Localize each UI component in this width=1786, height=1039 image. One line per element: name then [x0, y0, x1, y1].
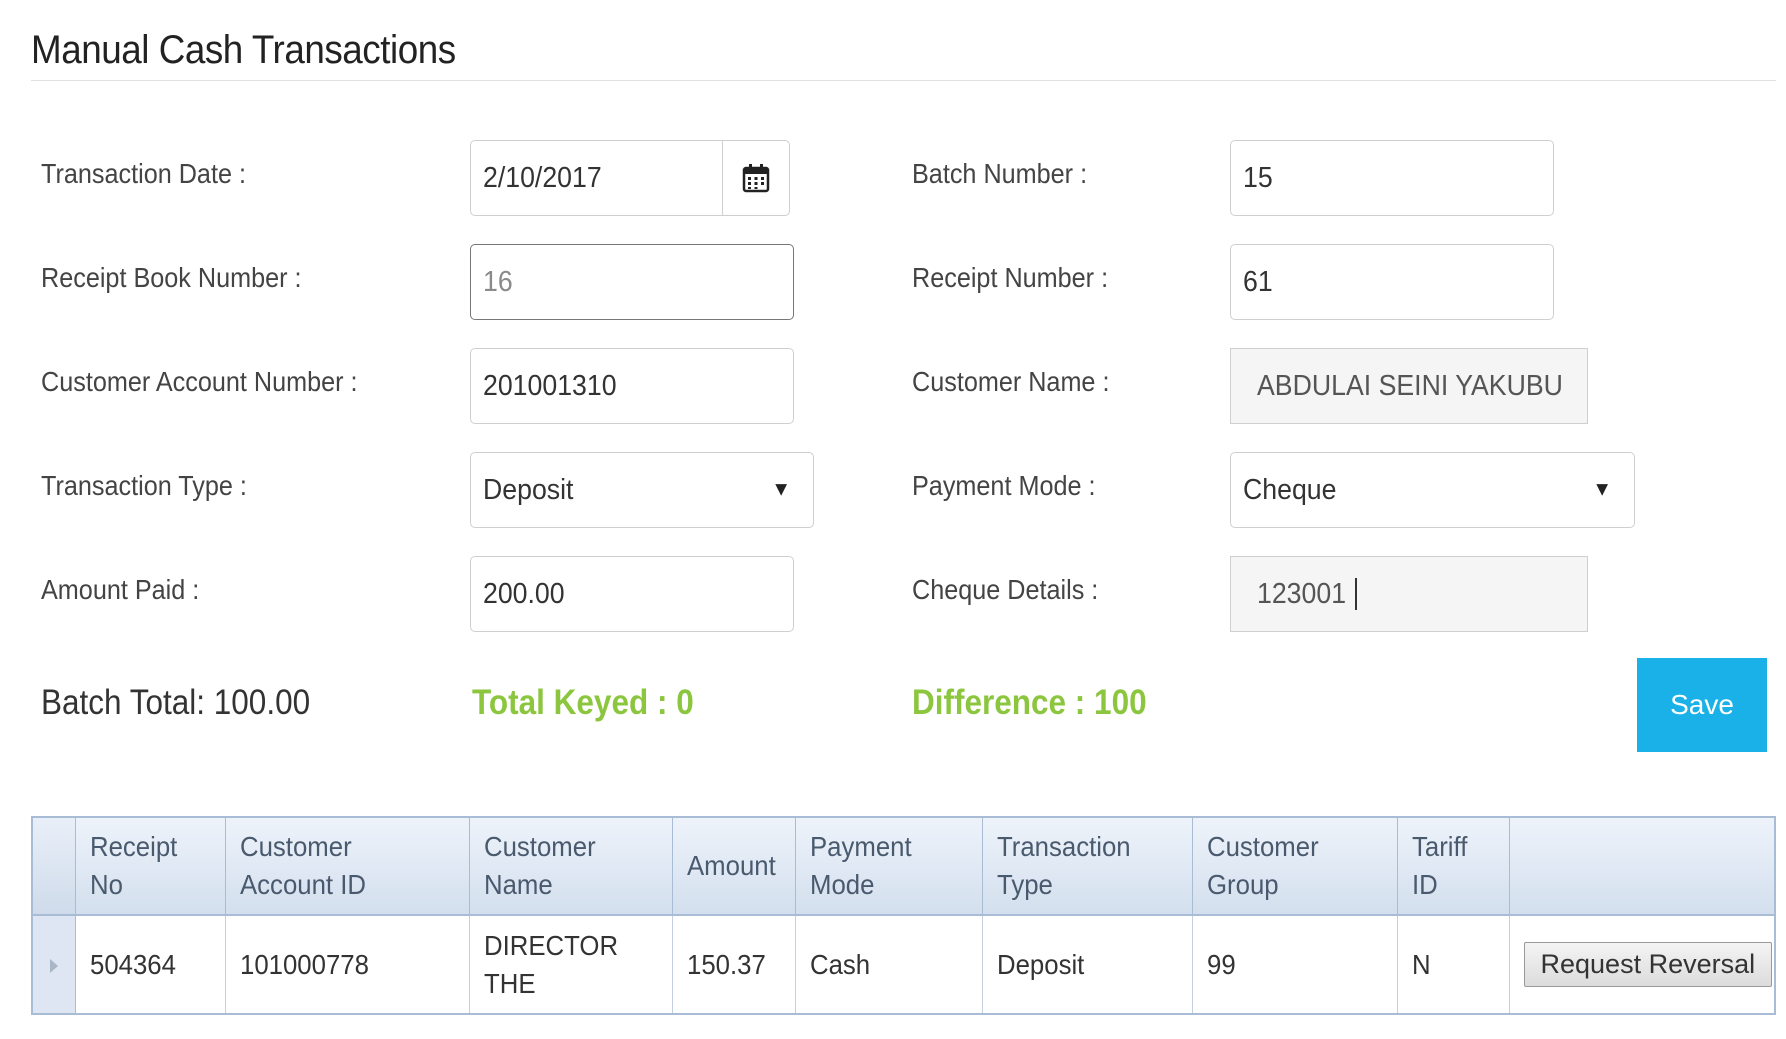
receipt-number-input[interactable]: 61 — [1230, 244, 1554, 320]
amount-paid-input[interactable]: 200.00 — [470, 556, 794, 632]
date-picker-button[interactable] — [722, 141, 789, 215]
column-header-transaction-type[interactable]: Transaction Type — [982, 818, 1193, 916]
grid-header-row: Receipt No Customer Account ID Customer Nam… — [33, 818, 1774, 916]
payment-mode-label: Payment Mode : — [912, 470, 1096, 501]
customer-name-label: Customer Name : — [912, 366, 1110, 397]
amount-paid-value: 200.00 — [483, 577, 565, 610]
customer-account-number-value: 201001310 — [483, 369, 617, 402]
cell-payment-mode: Cash — [795, 915, 983, 1013]
payment-mode-value: Cheque — [1243, 473, 1337, 506]
transaction-type-label: Transaction Type : — [41, 470, 247, 501]
cell-customer-name: DIRECTOR THE — [469, 915, 673, 1013]
request-reversal-button[interactable]: Request Reversal — [1523, 942, 1773, 987]
transaction-type-value: Deposit — [483, 473, 574, 506]
text-cursor — [1354, 578, 1357, 610]
row-selector[interactable] — [33, 915, 76, 1013]
customer-account-number-input[interactable]: 201001310 — [470, 348, 794, 424]
column-header-action — [1509, 818, 1774, 916]
receipt-number-label: Receipt Number : — [912, 262, 1109, 293]
cell-action: Request Reversal — [1509, 915, 1774, 1013]
title-divider — [31, 80, 1776, 81]
cheque-details-label: Cheque Details : — [912, 574, 1099, 605]
table-row[interactable]: 504364 101000778 DIRECTOR THE 150.37 Cash… — [33, 915, 1774, 1013]
column-header-payment-mode[interactable]: Payment Mode — [795, 818, 983, 916]
column-header-customer-group[interactable]: Customer Group — [1192, 818, 1398, 916]
batch-number-value: 15 — [1243, 161, 1273, 194]
customer-name-value: ABDULAI SEINI YAKUBU — [1257, 369, 1563, 402]
transaction-date-label: Transaction Date : — [41, 158, 246, 189]
payment-mode-select[interactable]: Cheque ▼ — [1230, 452, 1635, 528]
row-indicator-icon — [49, 958, 58, 973]
receipt-number-value: 61 — [1243, 265, 1273, 298]
cheque-details-input[interactable]: 123001 — [1230, 556, 1588, 632]
cheque-details-value: 123001 — [1257, 577, 1347, 610]
page-title: Manual Cash Transactions — [31, 28, 456, 72]
transactions-grid: Receipt No Customer Account ID Customer Nam… — [31, 816, 1776, 1015]
customer-account-number-label: Customer Account Number : — [41, 366, 358, 397]
batch-total: Batch Total: 100.00 — [41, 683, 311, 722]
transaction-date-field[interactable]: 2/10/2017 — [470, 140, 790, 216]
column-header-customer-name[interactable]: Customer Name — [469, 818, 673, 916]
receipt-book-number-label: Receipt Book Number : — [41, 262, 302, 293]
dropdown-arrow-icon: ▼ — [771, 478, 791, 501]
calendar-icon — [742, 164, 770, 193]
manual-cash-transactions-page: Manual Cash Transactions Transaction Dat… — [0, 0, 1786, 1039]
transaction-date-value: 2/10/2017 — [483, 161, 602, 194]
cell-tariff-id: N — [1397, 915, 1510, 1013]
column-header-customer-account-id[interactable]: Customer Account ID — [225, 818, 470, 916]
save-button[interactable]: Save — [1637, 658, 1767, 752]
transaction-type-select[interactable]: Deposit ▼ — [470, 452, 814, 528]
difference: Difference : 100 — [912, 683, 1147, 722]
receipt-book-number-input[interactable]: 16 — [470, 244, 794, 320]
column-header-tariff-id[interactable]: Tariff ID — [1397, 818, 1510, 916]
cell-customer-group: 99 — [1192, 915, 1398, 1013]
column-header-receipt-no[interactable]: Receipt No — [75, 818, 226, 916]
receipt-book-number-placeholder: 16 — [483, 265, 513, 298]
batch-number-label: Batch Number : — [912, 158, 1088, 189]
column-header-amount[interactable]: Amount — [672, 818, 796, 916]
batch-number-input[interactable]: 15 — [1230, 140, 1554, 216]
cell-receipt-no: 504364 — [75, 915, 226, 1013]
amount-paid-label: Amount Paid : — [41, 574, 200, 605]
customer-name-field: ABDULAI SEINI YAKUBU — [1230, 348, 1588, 424]
dropdown-arrow-icon: ▼ — [1592, 478, 1612, 501]
total-keyed: Total Keyed : 0 — [472, 683, 694, 722]
cell-transaction-type: Deposit — [982, 915, 1193, 1013]
cell-amount: 150.37 — [672, 915, 796, 1013]
cell-customer-account-id: 101000778 — [225, 915, 470, 1013]
row-selector-header — [33, 818, 76, 916]
